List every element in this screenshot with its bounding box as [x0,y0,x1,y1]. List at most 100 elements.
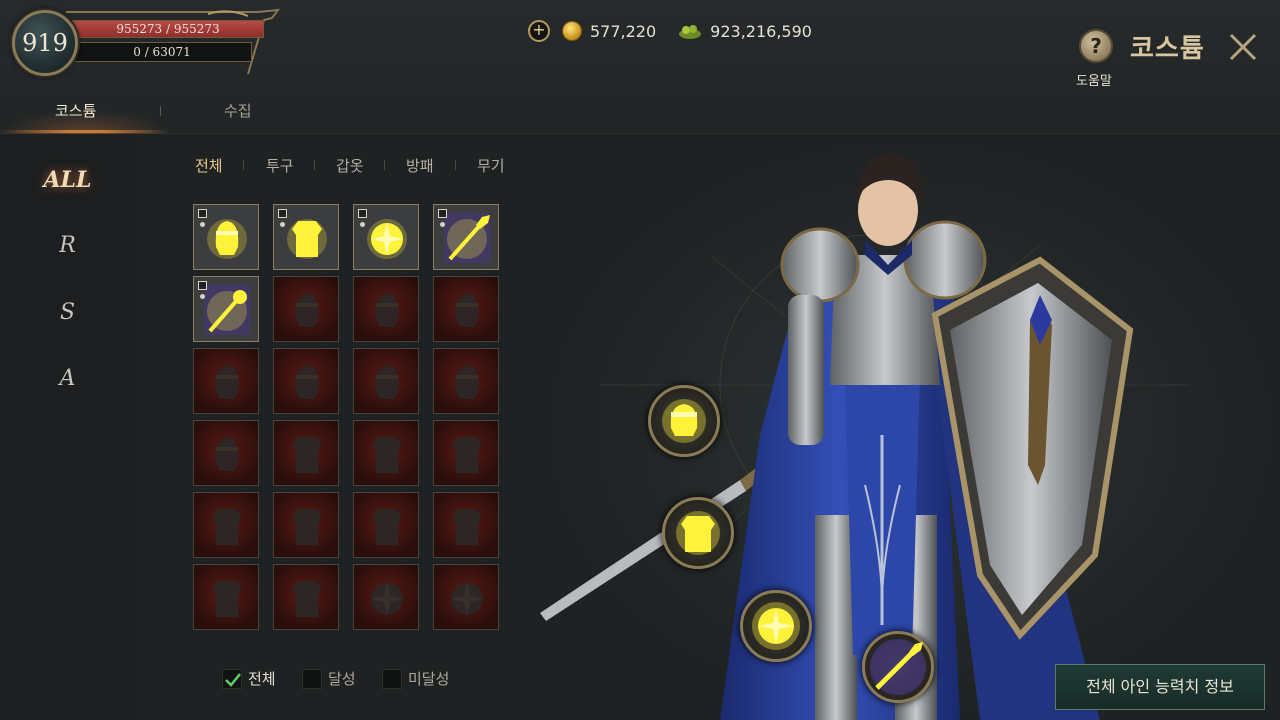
armor-icon [212,509,242,545]
armor-icon [287,219,327,259]
close-icon[interactable] [1226,30,1260,64]
equipped-shield-slot[interactable] [740,590,812,662]
tab-costume[interactable]: 코스튬 [55,100,96,121]
check-icon [225,672,241,687]
costume-slot[interactable] [353,276,419,342]
costume-slot[interactable] [433,204,499,270]
top-bar: 955273 / 955273 0 / 63071 919 + 577,220 … [0,0,1280,134]
owned-marker-icon [280,222,285,227]
helmet-icon [375,365,399,399]
armor-icon [452,437,482,473]
equipped-armor-slot[interactable] [662,497,734,569]
gold-coin-icon [562,21,582,41]
costume-slot[interactable] [433,420,499,486]
checkbox-box [222,668,242,689]
costume-slot[interactable] [193,204,259,270]
costume-tag-icon [278,209,287,218]
category-separator [455,160,456,170]
costume-slot[interactable] [433,564,499,630]
scepter-icon [204,285,250,335]
costume-slot[interactable] [353,564,419,630]
armor-icon [372,509,402,545]
costume-slot[interactable] [193,276,259,342]
gem-pile-icon [679,25,702,39]
costume-slot[interactable] [273,204,339,270]
helmet-icon [207,219,247,259]
category-armor[interactable]: 갑옷 [336,155,364,176]
costume-slot[interactable] [433,276,499,342]
helmet-icon [455,293,479,327]
costume-tag-icon [358,209,367,218]
costume-slot[interactable] [193,420,259,486]
exp-bar: 0 / 63071 [72,42,252,62]
filter-all-label: 전체 [248,670,276,688]
costume-slot[interactable] [193,348,259,414]
costume-slot[interactable] [353,348,419,414]
filter-all-checkbox[interactable]: 전체 [222,668,276,689]
category-separator [314,160,315,170]
costume-slot[interactable] [353,204,419,270]
costume-slot[interactable] [193,492,259,558]
tab-collection[interactable]: 수집 [224,100,252,121]
costume-slot[interactable] [273,492,339,558]
shield-icon [367,219,407,259]
costume-slot[interactable] [433,492,499,558]
hp-bar: 955273 / 955273 [72,20,264,38]
equipped-weapon-slot[interactable] [862,631,934,703]
rank-filter-all[interactable]: ALL [0,167,135,193]
shield-icon [752,602,800,650]
filter-achieved-label: 달성 [328,670,356,688]
checkbox-box [302,668,322,689]
costume-slot[interactable] [353,492,419,558]
rank-filter-s[interactable]: S [0,300,135,325]
all-stats-info-button[interactable]: 전체 아인 능력치 정보 [1055,664,1265,710]
helmet-icon [455,365,479,399]
filter-unachieved-label: 미달성 [408,670,450,688]
armor-icon [212,581,242,617]
category-weapon[interactable]: 무기 [477,155,505,176]
category-separator [384,160,385,170]
costume-slot[interactable] [353,420,419,486]
rank-filter-column: ALL R S A [0,135,135,720]
gold-amount: 577,220 [590,21,657,41]
costume-tag-icon [438,209,447,218]
armor-icon [292,581,322,617]
filter-achieved-checkbox[interactable]: 달성 [302,668,356,689]
add-currency-button[interactable]: + [528,20,550,42]
tab-separator [160,106,161,116]
help-button[interactable]: ? [1079,29,1113,63]
filter-unachieved-checkbox[interactable]: 미달성 [382,668,449,689]
armor-icon [452,509,482,545]
shield-icon [371,583,403,615]
page-title: 코스튬 [1130,34,1205,64]
checkbox-box [382,668,402,689]
level-badge[interactable]: 919 [12,10,78,76]
category-helmet[interactable]: 투구 [266,155,294,176]
costume-slot[interactable] [193,564,259,630]
rank-filter-r[interactable]: R [0,233,135,258]
rank-filter-a[interactable]: A [0,366,135,391]
helmet-icon [295,293,319,327]
category-separator [243,160,244,170]
costume-slot[interactable] [273,564,339,630]
costume-slot[interactable] [273,420,339,486]
gem-amount: 923,216,590 [710,21,812,41]
category-shield[interactable]: 방패 [406,155,434,176]
character-preview[interactable] [540,135,1280,720]
main-tabs: 코스튬 수집 [0,100,600,133]
costume-slot[interactable] [273,276,339,342]
equipped-helmet-slot[interactable] [648,385,720,457]
helmet-icon [295,365,319,399]
help-label: 도움말 [1076,74,1112,89]
costume-slot[interactable] [273,348,339,414]
owned-marker-icon [440,222,445,227]
spear-icon [870,639,926,695]
category-all[interactable]: 전체 [195,155,223,176]
helmet-icon [215,365,239,399]
owned-marker-icon [200,222,205,227]
owned-marker-icon [360,222,365,227]
costume-slot[interactable] [433,348,499,414]
armor-icon [292,509,322,545]
armor-icon [676,511,720,555]
spear-icon [444,213,490,263]
